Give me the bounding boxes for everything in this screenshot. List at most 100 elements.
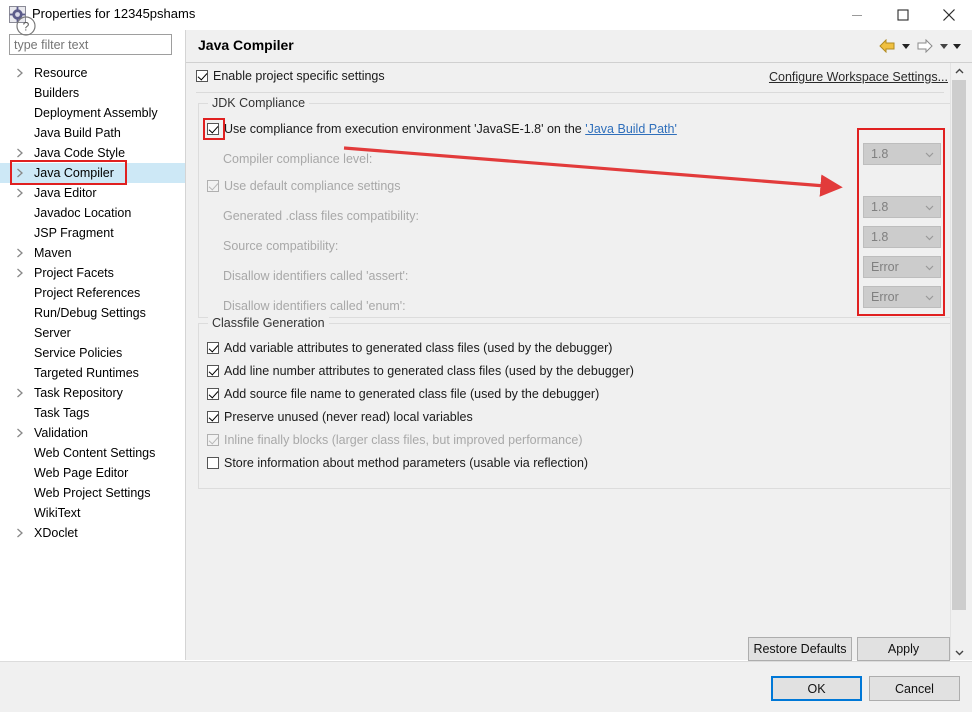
chevron-right-icon[interactable] (16, 423, 28, 443)
help-question-icon[interactable]: ? (14, 14, 38, 38)
sidebar-item-java-code-style[interactable]: Java Code Style (0, 143, 185, 163)
disallow-enum-combo[interactable]: Error (863, 286, 941, 308)
sidebar-item-validation[interactable]: Validation (0, 423, 185, 443)
sidebar-item-xdoclet[interactable]: XDoclet (0, 523, 185, 543)
cancel-button[interactable]: Cancel (869, 676, 960, 701)
sidebar-item-deployment-assembly[interactable]: Deployment Assembly (0, 103, 185, 123)
classfile-option-row-3[interactable]: Preserve unused (never read) local varia… (207, 407, 473, 427)
chevron-right-icon[interactable] (16, 383, 28, 403)
sidebar-item-builders[interactable]: Builders (0, 83, 185, 103)
sidebar-item-project-references[interactable]: Project References (0, 283, 185, 303)
chevron-down-icon (925, 197, 934, 217)
sidebar-item-java-compiler[interactable]: Java Compiler (0, 163, 185, 183)
sidebar-item-label: Task Repository (34, 386, 123, 400)
chevron-right-icon[interactable] (16, 263, 28, 283)
sidebar-item-task-tags[interactable]: Task Tags (0, 403, 185, 423)
classfile-option-checkbox-5[interactable] (207, 457, 219, 469)
generated-class-compatibility-combo[interactable]: 1.8 (863, 196, 941, 218)
use-execution-environment-row[interactable]: Use compliance from execution environmen… (207, 119, 677, 139)
page-header: Java Compiler (186, 30, 972, 63)
sidebar-item-server[interactable]: Server (0, 323, 185, 343)
classfile-generation-group-title: Classfile Generation (208, 316, 329, 330)
source-compatibility-row: Source compatibility: (223, 236, 338, 256)
sidebar-item-java-build-path[interactable]: Java Build Path (0, 123, 185, 143)
sidebar-item-run-debug-settings[interactable]: Run/Debug Settings (0, 303, 185, 323)
classfile-option-label: Store information about method parameter… (224, 456, 589, 470)
enable-project-specific-checkbox[interactable] (196, 70, 208, 82)
sidebar-item-label: Targeted Runtimes (34, 366, 139, 380)
chevron-right-icon[interactable] (16, 143, 28, 163)
forward-arrow-icon[interactable] (914, 36, 936, 56)
classfile-option-row-1[interactable]: Add line number attributes to generated … (207, 361, 634, 381)
java-build-path-link[interactable]: 'Java Build Path' (585, 122, 677, 136)
chevron-right-icon[interactable] (16, 523, 28, 543)
chevron-down-icon (925, 287, 934, 307)
restore-defaults-button[interactable]: Restore Defaults (748, 637, 852, 661)
sidebar-item-task-repository[interactable]: Task Repository (0, 383, 185, 403)
classfile-option-checkbox-1[interactable] (207, 365, 219, 377)
close-button[interactable] (926, 0, 972, 30)
sidebar-item-web-content-settings[interactable]: Web Content Settings (0, 443, 185, 463)
chevron-down-icon (925, 227, 934, 247)
chevron-right-icon[interactable] (16, 63, 28, 83)
svg-text:?: ? (23, 20, 30, 34)
maximize-button[interactable] (880, 0, 926, 30)
classfile-option-row-2[interactable]: Add source file name to generated class … (207, 384, 599, 404)
content-vertical-scrollbar[interactable] (950, 63, 967, 660)
sidebar-item-project-facets[interactable]: Project Facets (0, 263, 185, 283)
classfile-option-label: Inline finally blocks (larger class file… (224, 433, 583, 447)
classfile-option-checkbox-4[interactable] (207, 434, 219, 446)
ok-button[interactable]: OK (771, 676, 862, 701)
classfile-option-checkbox-0[interactable] (207, 342, 219, 354)
generated-class-compatibility-value: 1.8 (871, 200, 889, 214)
disallow-enum-row: Disallow identifiers called 'enum': (223, 296, 406, 316)
classfile-option-label: Add source file name to generated class … (224, 387, 600, 401)
back-arrow-icon[interactable] (876, 36, 898, 56)
disallow-assert-value: Error (871, 260, 899, 274)
use-execution-environment-checkbox[interactable] (207, 123, 219, 135)
sidebar-item-web-project-settings[interactable]: Web Project Settings (0, 483, 185, 503)
chevron-right-icon[interactable] (16, 243, 28, 263)
configure-workspace-settings-link[interactable]: Configure Workspace Settings... (769, 70, 948, 84)
sidebar-item-javadoc-location[interactable]: Javadoc Location (0, 203, 185, 223)
compiler-compliance-level-combo[interactable]: 1.8 (863, 143, 941, 165)
scroll-down-chevron-down-icon[interactable] (951, 644, 967, 660)
apply-button[interactable]: Apply (857, 637, 950, 661)
classfile-option-checkbox-2[interactable] (207, 388, 219, 400)
use-default-compliance-row[interactable]: Use default compliance settings (207, 176, 400, 196)
sidebar-item-wikitext[interactable]: WikiText (0, 503, 185, 523)
classfile-option-checkbox-3[interactable] (207, 411, 219, 423)
sidebar-item-web-page-editor[interactable]: Web Page Editor (0, 463, 185, 483)
chevron-down-icon (925, 144, 934, 164)
sidebar-item-jsp-fragment[interactable]: JSP Fragment (0, 223, 185, 243)
sidebar-item-resource[interactable]: Resource (0, 63, 185, 83)
sidebar-item-maven[interactable]: Maven (0, 243, 185, 263)
sidebar-item-label: Maven (34, 246, 72, 260)
scrollbar-thumb[interactable] (952, 80, 966, 610)
chevron-right-icon[interactable] (16, 183, 28, 203)
sidebar-item-label: Resource (34, 66, 88, 80)
classfile-option-label: Add variable attributes to generated cla… (224, 341, 613, 355)
scroll-up-chevron-up-icon[interactable] (951, 63, 967, 79)
use-execution-environment-label: Use compliance from execution environmen… (224, 122, 586, 136)
sidebar-item-targeted-runtimes[interactable]: Targeted Runtimes (0, 363, 185, 383)
minimize-button[interactable] (834, 0, 880, 30)
classfile-option-row-0[interactable]: Add variable attributes to generated cla… (207, 338, 612, 358)
disallow-assert-combo[interactable]: Error (863, 256, 941, 278)
use-default-compliance-checkbox[interactable] (207, 180, 219, 192)
chevron-right-icon[interactable] (16, 163, 28, 183)
source-compatibility-combo[interactable]: 1.8 (863, 226, 941, 248)
forward-menu-chevron-down-icon[interactable] (939, 36, 949, 56)
compiler-compliance-level-row: Compiler compliance level: (223, 149, 372, 169)
sidebar-item-service-policies[interactable]: Service Policies (0, 343, 185, 363)
classfile-option-row-4[interactable]: Inline finally blocks (larger class file… (207, 430, 582, 450)
sidebar-item-java-editor[interactable]: Java Editor (0, 183, 185, 203)
overflow-chevron-down-icon[interactable] (952, 36, 962, 56)
sidebar-item-label: Run/Debug Settings (34, 306, 146, 320)
cancel-button-label: Cancel (895, 681, 934, 696)
classfile-option-label: Add line number attributes to generated … (224, 364, 634, 378)
settings-tree[interactable]: Resource Builders Deployment Assembly Java … (0, 63, 185, 543)
back-menu-chevron-down-icon[interactable] (901, 36, 911, 56)
generated-class-compatibility-label: Generated .class files compatibility: (223, 209, 419, 223)
classfile-option-row-5[interactable]: Store information about method parameter… (207, 453, 588, 473)
